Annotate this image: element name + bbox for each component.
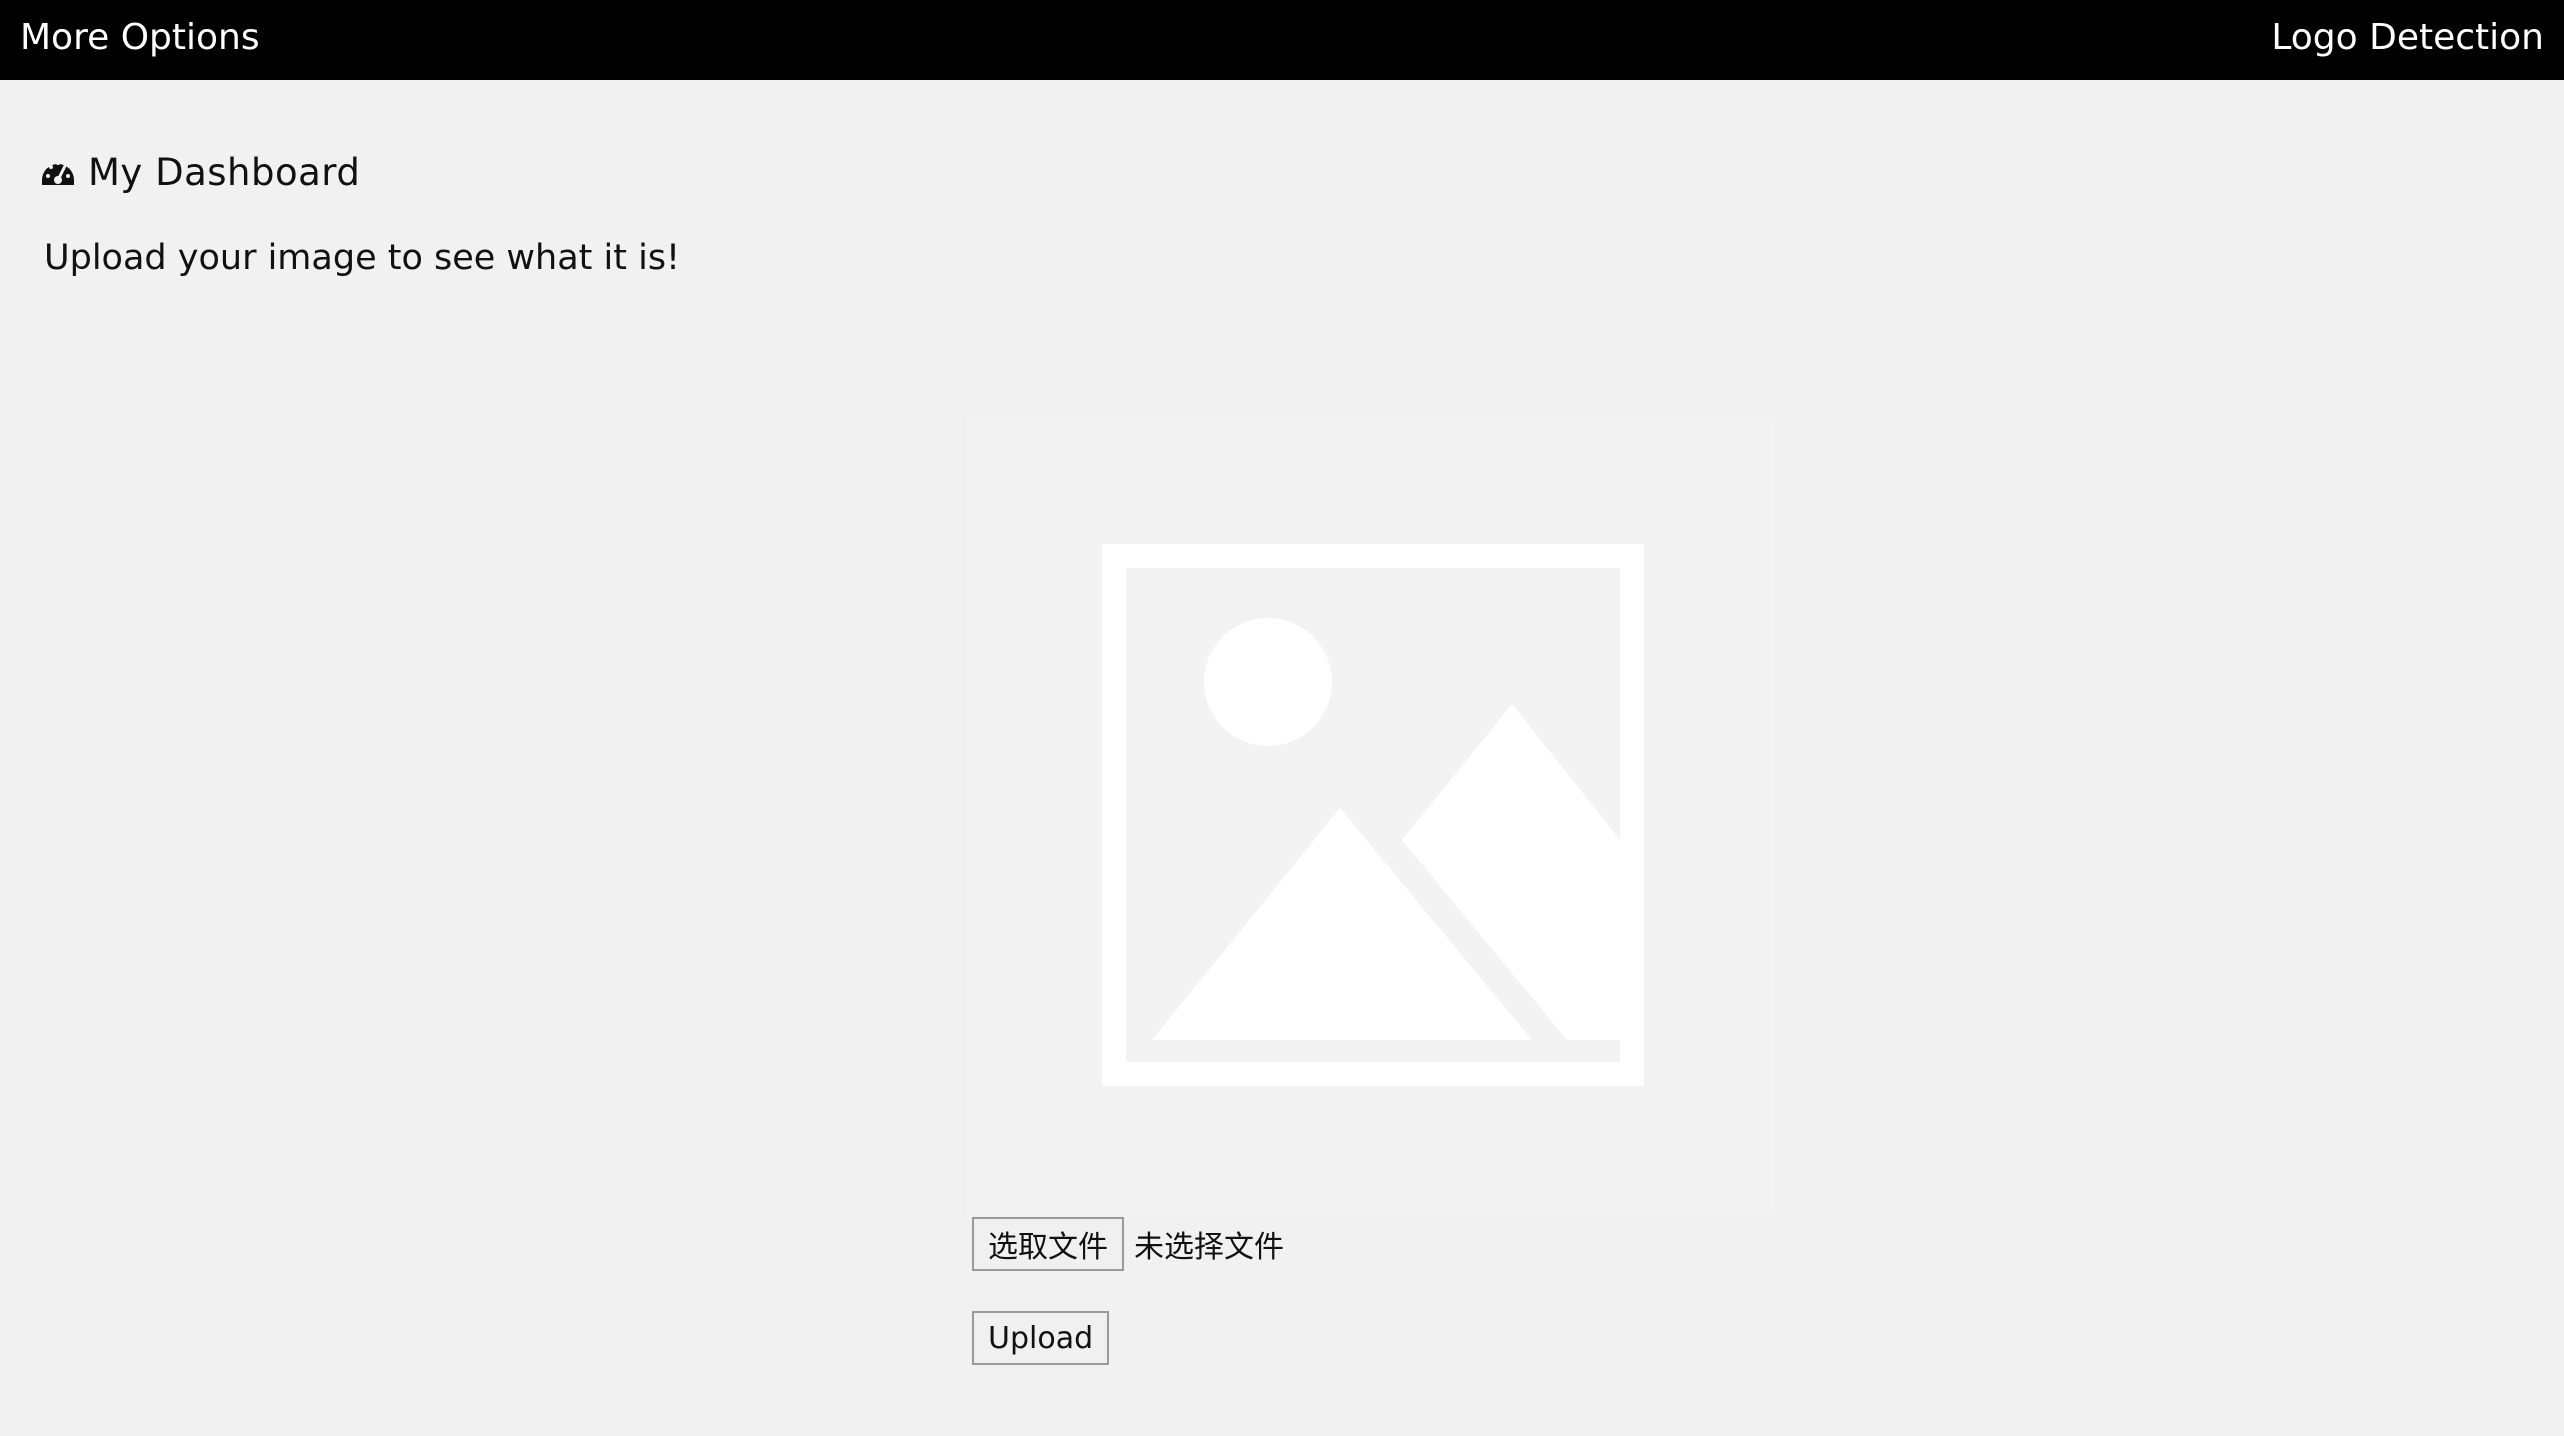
tachometer-icon bbox=[40, 154, 76, 190]
image-placeholder-icon bbox=[1102, 544, 1644, 1086]
choose-file-button[interactable]: 选取文件 bbox=[972, 1217, 1124, 1271]
file-status-text: 未选择文件 bbox=[1134, 1230, 1284, 1265]
upload-instructions: Upload your image to see what it is! bbox=[44, 238, 681, 278]
app-title: Logo Detection bbox=[2271, 17, 2544, 58]
file-input: 选取文件 未选择文件 bbox=[972, 1217, 1284, 1271]
image-preview bbox=[966, 418, 1774, 1214]
dashboard-title: My Dashboard bbox=[88, 150, 361, 194]
top-bar: More Options Logo Detection bbox=[0, 0, 2564, 80]
more-options-link[interactable]: More Options bbox=[20, 0, 260, 76]
upload-button[interactable]: Upload bbox=[972, 1311, 1110, 1365]
page-title: My Dashboard bbox=[40, 146, 360, 198]
